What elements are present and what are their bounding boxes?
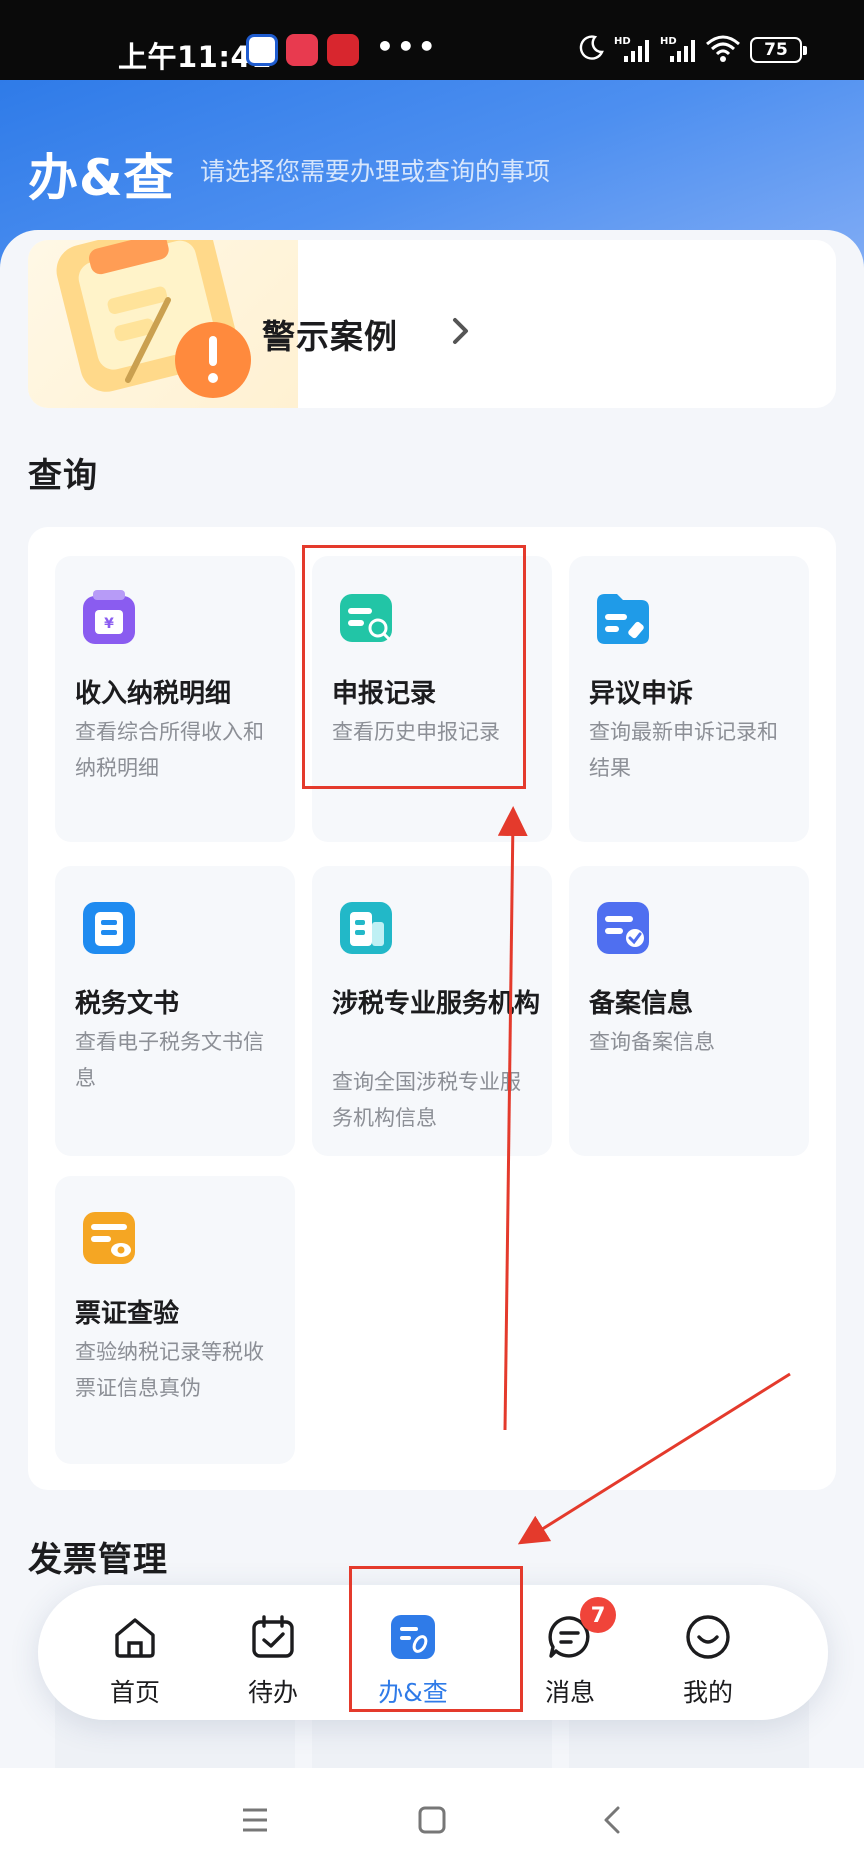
tile-ticket-verification[interactable]: 票证查验 查验纳税记录等税收票证信息真伪 [55, 1176, 295, 1464]
tile-title: 票证查验 [75, 1299, 180, 1329]
tile-tax-documents[interactable]: 税务文书 查看电子税务文书信息 [55, 866, 295, 1156]
tile-title: 税务文书 [75, 989, 180, 1019]
tax-document-icon [83, 902, 135, 954]
tile-filing-info[interactable]: 备案信息 查询备案信息 [569, 866, 809, 1156]
tile-desc: 查看电子税务文书信息 [75, 1030, 264, 1090]
moon-icon [579, 35, 604, 60]
nav-label: 首页 [109, 1678, 160, 1707]
calendar-todo-icon [252, 1615, 294, 1658]
tile-desc: 查询最新申诉记录和结果 [589, 720, 778, 780]
service-agency-icon [340, 902, 392, 954]
hd-signal-icon: HD [614, 36, 649, 62]
tile-title: 涉税专业服务机构 [332, 989, 541, 1019]
query-section-title: 查询 [28, 456, 98, 496]
warning-case-banner[interactable] [28, 240, 836, 408]
system-navigation-bar [0, 1768, 864, 1872]
clipboard-warning-icon [56, 240, 251, 398]
tile-income-tax-detail[interactable]: ¥ 收入纳税明细 查看综合所得收入和纳税明细 [55, 556, 295, 842]
tile-desc: 查询备案信息 [589, 1030, 715, 1054]
page-subtitle: 请选择您需要办理或查询的事项 [200, 157, 551, 186]
nav-label: 我的 [682, 1678, 733, 1707]
svg-text:HD: HD [614, 36, 631, 47]
home-icon [115, 1618, 155, 1658]
warning-case-title[interactable]: 警示案例 [262, 310, 398, 358]
svg-text:¥: ¥ [104, 616, 114, 632]
invoice-section-title: 发票管理 [28, 1540, 168, 1580]
nav-messages[interactable]: 7 消息 [510, 1585, 630, 1720]
tile-desc: 查询全国涉税专业服务机构信息 [332, 1070, 521, 1130]
tile-objection-appeal[interactable]: 异议申诉 查询最新申诉记录和结果 [569, 556, 809, 842]
highlight-box-nav [349, 1566, 523, 1712]
income-wallet-icon: ¥ [83, 590, 135, 644]
nav-todo[interactable]: 待办 [213, 1585, 333, 1720]
home-square-icon[interactable] [410, 1798, 454, 1842]
filing-info-icon [597, 902, 649, 954]
news-app-icon [327, 34, 359, 66]
baidu-app-icon [246, 34, 278, 66]
tile-desc: 查看综合所得收入和纳税明细 [75, 720, 264, 780]
warning-illustration [28, 240, 298, 408]
battery-icon: 75 [750, 37, 807, 63]
nav-label: 待办 [247, 1678, 298, 1707]
tile-tax-service-agencies[interactable]: 涉税专业服务机构 查询全国涉税专业服务机构信息 [312, 866, 552, 1156]
more-notifications-icon: ••• [376, 30, 439, 63]
svg-text:HD: HD [660, 36, 677, 47]
wifi-icon [706, 35, 740, 62]
tile-desc: 查验纳税记录等税收票证信息真伪 [75, 1340, 264, 1400]
message-badge: 7 [580, 1597, 616, 1633]
menu-icon[interactable] [233, 1798, 277, 1842]
status-bar: 上午11:41 ••• HD HD 75 [0, 0, 864, 80]
highlight-box-declaration [302, 545, 526, 789]
nav-profile[interactable]: 我的 [648, 1585, 768, 1720]
hd-signal-icon: HD [660, 36, 695, 62]
chevron-right-icon [453, 318, 468, 344]
nav-label: 消息 [544, 1678, 595, 1707]
profile-smile-icon [686, 1615, 730, 1659]
red-app-icon [286, 34, 318, 66]
nav-home[interactable]: 首页 [75, 1585, 195, 1720]
tile-title: 备案信息 [589, 989, 694, 1019]
tile-title: 异议申诉 [589, 679, 694, 709]
back-icon[interactable] [592, 1798, 636, 1842]
tile-title: 收入纳税明细 [75, 679, 232, 709]
page-title: 办&查 [28, 149, 175, 207]
appeal-folder-icon [597, 594, 649, 644]
ticket-verify-icon [83, 1212, 135, 1264]
